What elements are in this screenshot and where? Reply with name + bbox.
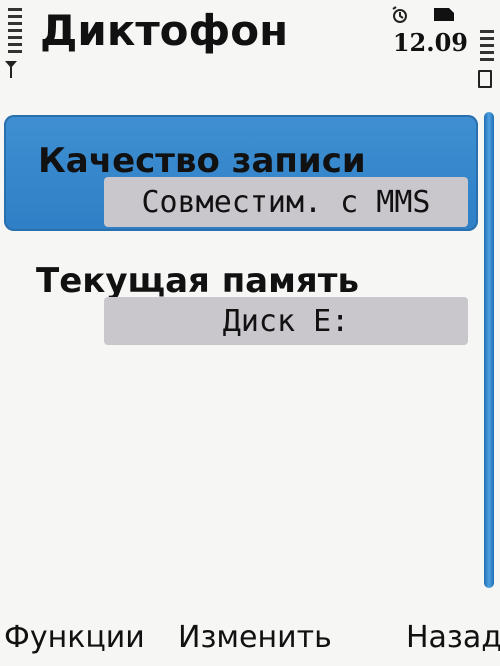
setting-current-memory[interactable]: Текущая память Диск E:	[0, 231, 480, 351]
scrollbar[interactable]	[484, 112, 494, 592]
setting-label: Качество записи	[38, 141, 366, 181]
page-title: Диктофон	[40, 6, 289, 55]
change-softkey[interactable]: Изменить	[178, 620, 332, 655]
setting-label: Текущая память	[36, 261, 359, 301]
scrollbar-thumb[interactable]	[484, 112, 494, 588]
setting-value[interactable]: Совместим. с MMS	[104, 177, 468, 227]
options-softkey[interactable]: Функции	[4, 620, 145, 655]
alarm-icon	[391, 6, 409, 24]
antenna-icon	[4, 60, 18, 82]
clock: 12.09	[392, 28, 468, 57]
setting-value[interactable]: Диск E:	[104, 297, 468, 345]
back-softkey[interactable]: Назад	[406, 620, 500, 655]
settings-list: Качество записи Совместим. с MMS Текущая…	[0, 115, 480, 351]
battery-icon	[478, 70, 492, 88]
softkey-bar: Функции Изменить Назад	[0, 612, 500, 666]
setting-recording-quality[interactable]: Качество записи Совместим. с MMS	[4, 115, 478, 231]
memory-card-icon	[432, 6, 456, 22]
